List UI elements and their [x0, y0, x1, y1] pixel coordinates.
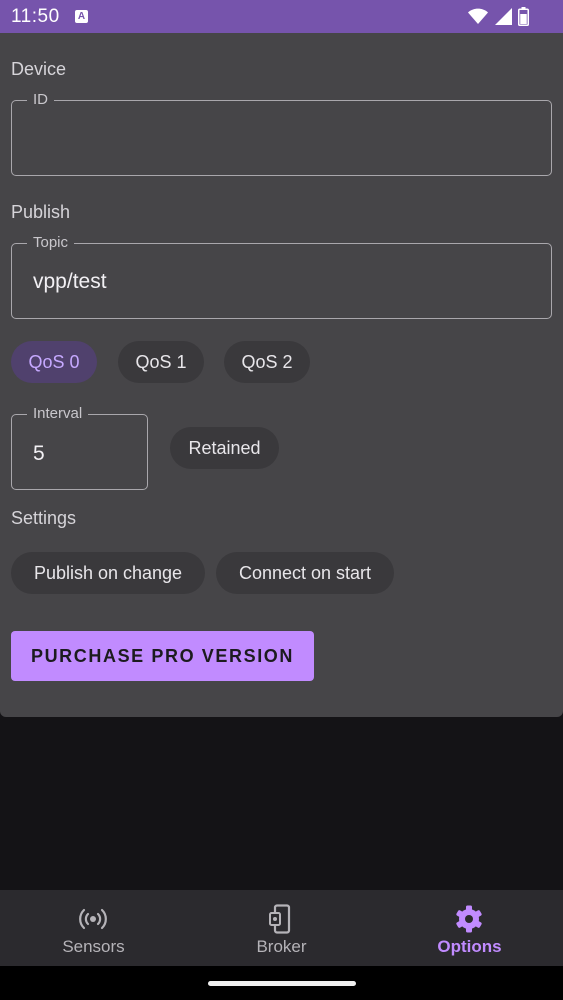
- battery-icon: [518, 6, 529, 26]
- gear-icon: [456, 905, 482, 933]
- id-field[interactable]: ID: [11, 91, 552, 176]
- sensors-icon: [79, 908, 107, 930]
- interval-field-label: Interval: [27, 405, 89, 423]
- nav-label-options: Options: [437, 937, 502, 956]
- home-gesture-handle[interactable]: [208, 981, 356, 986]
- qos-1-chip[interactable]: QoS 1: [118, 341, 204, 383]
- interval-field[interactable]: Interval 5: [11, 405, 148, 490]
- status-bar: 11:50 A: [0, 0, 563, 33]
- bottom-navigation: Sensors Broker Options: [0, 890, 563, 966]
- status-icons: [468, 6, 529, 26]
- nav-item-options[interactable]: Options: [376, 890, 563, 966]
- nav-item-sensors[interactable]: Sensors: [0, 890, 187, 966]
- id-field-label: ID: [27, 91, 54, 109]
- nav-label-sensors: Sensors: [62, 937, 125, 956]
- status-time: 11:50: [11, 6, 60, 27]
- publish-section-label: Publish: [11, 202, 71, 222]
- topic-field-label: Topic: [27, 234, 75, 252]
- nav-item-broker[interactable]: Broker: [188, 890, 375, 966]
- qos-0-chip[interactable]: QoS 0: [11, 341, 97, 383]
- settings-section-label: Settings: [11, 508, 77, 528]
- connect-on-start-chip[interactable]: Connect on start: [216, 552, 394, 594]
- app-notification-letter: A: [77, 11, 86, 22]
- signal-icon: [495, 7, 512, 25]
- interval-field-value: 5: [33, 442, 45, 465]
- options-panel: Device ID Publish Topic vpp/test QoS 0 Q…: [0, 33, 563, 717]
- topic-field[interactable]: Topic vpp/test: [11, 234, 552, 319]
- qos-2-chip[interactable]: QoS 2: [224, 341, 310, 383]
- nav-label-broker: Broker: [256, 937, 307, 956]
- retained-chip[interactable]: Retained: [170, 427, 279, 469]
- topic-field-value: vpp/test: [33, 270, 107, 293]
- wifi-icon: [468, 8, 488, 24]
- gesture-bar: [0, 966, 563, 1000]
- app-notification-icon: A: [75, 10, 88, 23]
- publish-on-change-chip[interactable]: Publish on change: [11, 552, 205, 594]
- broker-icon: [269, 904, 291, 934]
- device-section-label: Device: [11, 59, 67, 79]
- purchase-pro-button[interactable]: PURCHASE PRO VERSION: [11, 631, 314, 681]
